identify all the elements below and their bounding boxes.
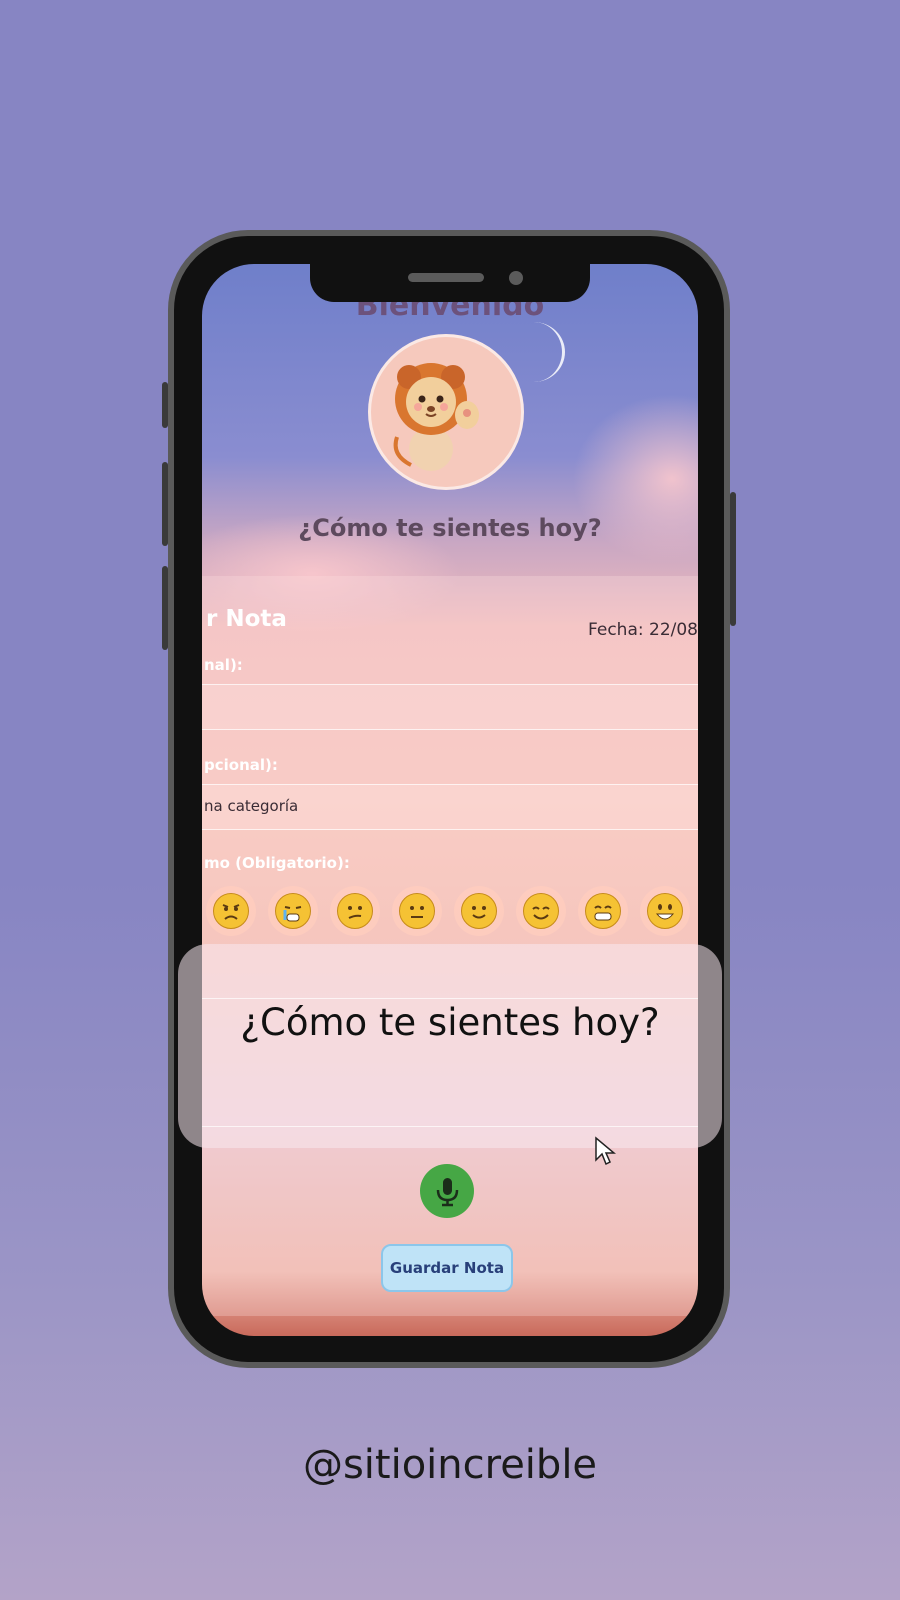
category-select-value: na categoría — [204, 797, 299, 815]
neutral-face-icon[interactable] — [392, 886, 442, 936]
title-input[interactable] — [202, 684, 698, 730]
phone-side-button — [730, 492, 736, 626]
bottom-bar — [202, 1326, 698, 1336]
angry-face-icon[interactable] — [206, 886, 256, 936]
phone-side-button — [162, 382, 168, 428]
caption-text: ¿Cómo te sientes hoy? — [240, 1001, 660, 1044]
category-select[interactable]: na categoría — [202, 784, 698, 830]
phone-camera — [509, 271, 523, 285]
mouse-cursor-icon — [594, 1136, 617, 1170]
confused-face-icon[interactable] — [330, 886, 380, 936]
caption-overlay: ¿Cómo te sientes hoy? — [178, 944, 722, 1148]
save-note-button[interactable]: Guardar Nota — [381, 1244, 513, 1292]
phone-side-button — [162, 462, 168, 546]
mood-question: ¿Cómo te sientes hoy? — [298, 514, 602, 542]
lion-avatar — [368, 334, 524, 490]
microphone-icon — [436, 1178, 459, 1207]
microphone-button[interactable] — [420, 1164, 474, 1218]
phone-side-button — [162, 566, 168, 650]
big-smile-face-icon[interactable] — [640, 886, 690, 936]
field1-label: nal): — [204, 656, 243, 674]
divider — [202, 1126, 698, 1127]
slightly-smiling-face-icon[interactable] — [454, 886, 504, 936]
field2-label: pcional): — [204, 756, 278, 774]
phone-notch — [310, 264, 590, 302]
mood-label: mo (Obligatorio): — [204, 854, 350, 872]
date-label: Fecha: 22/08 — [588, 620, 698, 640]
phone-speaker — [408, 273, 484, 282]
mood-selector — [206, 886, 692, 936]
smiling-face-icon[interactable] — [516, 886, 566, 936]
grinning-face-icon[interactable] — [578, 886, 628, 936]
social-handle: @sitioincreible — [302, 1442, 598, 1488]
lion-icon — [393, 363, 479, 471]
card-title: r Nota — [206, 606, 287, 632]
crying-face-icon[interactable] — [268, 886, 318, 936]
